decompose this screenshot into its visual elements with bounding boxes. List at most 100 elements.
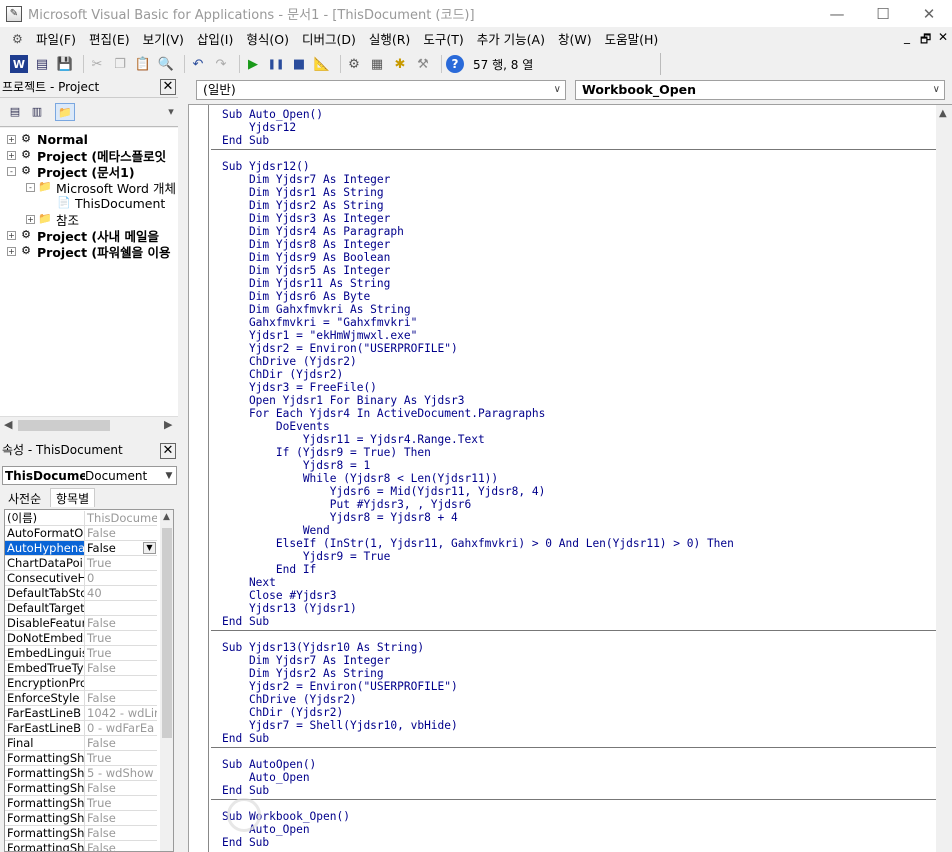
design-mode-icon[interactable]: 📐 bbox=[313, 55, 331, 73]
code-vertical-scrollbar[interactable]: ▲ bbox=[936, 105, 952, 852]
view-code-icon[interactable]: ▤ bbox=[5, 103, 25, 121]
menu-item[interactable]: 편집(E) bbox=[89, 29, 139, 48]
help-icon[interactable]: ? bbox=[446, 55, 464, 73]
scroll-right-icon[interactable]: ▶ bbox=[164, 418, 172, 431]
minimize-button[interactable]: — bbox=[814, 5, 860, 23]
code-margin[interactable] bbox=[189, 105, 209, 852]
collapse-icon[interactable]: - bbox=[26, 182, 35, 192]
toggle-folders-icon[interactable]: 📁 bbox=[55, 103, 75, 121]
property-value[interactable]: False bbox=[85, 691, 157, 705]
expand-icon[interactable]: + bbox=[26, 214, 35, 224]
copy-icon[interactable]: ❐ bbox=[111, 55, 129, 73]
property-row[interactable]: DoNotEmbedS True bbox=[5, 631, 157, 646]
properties-icon[interactable]: ▦ bbox=[368, 55, 386, 73]
project-horizontal-scrollbar[interactable]: ◀ ▶ bbox=[0, 416, 178, 433]
property-value[interactable]: True bbox=[85, 796, 157, 810]
scroll-thumb[interactable] bbox=[18, 420, 110, 431]
property-value[interactable]: False bbox=[85, 616, 157, 630]
break-icon[interactable]: ❚❚ bbox=[267, 55, 285, 73]
property-row[interactable]: Final False bbox=[5, 736, 157, 751]
property-value[interactable]: False bbox=[85, 841, 157, 851]
property-row[interactable]: EnforceStyle False bbox=[5, 691, 157, 706]
tab-alphabetic[interactable]: 사전순 bbox=[2, 488, 48, 507]
property-row[interactable]: FormattingSh False bbox=[5, 826, 157, 841]
toolbox-icon[interactable]: ⚒ bbox=[414, 55, 432, 73]
reset-icon[interactable]: ■ bbox=[290, 55, 308, 73]
view-object-icon[interactable]: ▥ bbox=[27, 103, 47, 121]
document-system-icon[interactable]: ⚙ bbox=[12, 31, 28, 47]
property-row[interactable]: ConsecutiveH 0 bbox=[5, 571, 157, 586]
menu-item[interactable]: 실행(R) bbox=[369, 29, 419, 48]
object-combo[interactable]: (일반) ∨ bbox=[196, 80, 566, 100]
property-row[interactable]: FarEastLineB 1042 - wdLin bbox=[5, 706, 157, 721]
property-row[interactable]: (이름) ThisDocume bbox=[5, 511, 157, 526]
paste-icon[interactable]: 📋 bbox=[134, 55, 152, 73]
property-value[interactable]: False bbox=[85, 826, 157, 840]
mdi-restore-button[interactable]: 🗗 bbox=[920, 30, 931, 51]
menu-item[interactable]: 도움말(H) bbox=[605, 29, 668, 48]
property-value[interactable]: True bbox=[85, 751, 157, 765]
tab-categorized[interactable]: 항목별 bbox=[50, 488, 96, 507]
property-value[interactable]: ThisDocume bbox=[85, 511, 157, 525]
mdi-minimize-button[interactable]: _ bbox=[904, 30, 910, 44]
project-pane-close-button[interactable]: ✕ bbox=[160, 79, 176, 95]
close-button[interactable]: ✕ bbox=[906, 5, 952, 23]
redo-icon[interactable]: ↷ bbox=[212, 55, 230, 73]
menu-item[interactable]: 파일(F) bbox=[36, 29, 85, 48]
tree-item[interactable]: + ⚙ Project (파워쉘을 이용 bbox=[7, 243, 170, 260]
maximize-button[interactable]: ☐ bbox=[860, 5, 906, 23]
property-value[interactable]: False bbox=[85, 526, 157, 540]
property-row[interactable]: AutoHyphena False ▼ bbox=[5, 541, 157, 556]
property-row[interactable]: DefaultTabSto 40 bbox=[5, 586, 157, 601]
menu-item[interactable]: 형식(O) bbox=[246, 29, 298, 48]
property-value[interactable]: 40 bbox=[85, 586, 157, 600]
menu-item[interactable]: 보기(V) bbox=[143, 29, 193, 48]
property-value[interactable]: 5 - wdShow bbox=[85, 766, 157, 780]
menu-item[interactable]: 추가 기능(A) bbox=[477, 29, 554, 48]
object-browser-icon[interactable]: ✱ bbox=[391, 55, 409, 73]
run-icon[interactable]: ▶ bbox=[244, 55, 262, 73]
property-row[interactable]: FormattingSh False bbox=[5, 811, 157, 826]
scroll-up-icon[interactable]: ▲ bbox=[163, 512, 170, 522]
property-value[interactable]: False bbox=[85, 736, 157, 750]
property-value[interactable]: 0 bbox=[85, 571, 157, 585]
menu-item[interactable]: 도구(T) bbox=[423, 29, 472, 48]
property-value[interactable] bbox=[85, 676, 157, 690]
menu-item[interactable]: 삽입(I) bbox=[197, 29, 242, 48]
find-icon[interactable]: 🔍 bbox=[157, 55, 175, 73]
toolbar-grip[interactable] bbox=[660, 53, 668, 75]
chevron-down-icon[interactable]: ∨ bbox=[554, 81, 561, 99]
collapse-icon[interactable]: - bbox=[7, 166, 16, 176]
scroll-up-icon[interactable]: ▲ bbox=[939, 108, 947, 119]
expand-icon[interactable]: + bbox=[7, 230, 16, 240]
save-icon[interactable]: 💾 bbox=[56, 55, 74, 73]
property-row[interactable]: FormattingSh False bbox=[5, 781, 157, 796]
property-value[interactable]: False bbox=[85, 661, 157, 675]
properties-object-combo[interactable]: ThisDocume Document ▼ bbox=[2, 466, 177, 485]
properties-pane-close-button[interactable]: ✕ bbox=[160, 443, 176, 459]
tree-item[interactable]: - 📁 Microsoft Word 개체 bbox=[26, 179, 176, 196]
property-value[interactable]: True bbox=[85, 556, 157, 570]
menu-item[interactable]: 창(W) bbox=[558, 29, 601, 48]
property-value[interactable]: True bbox=[85, 631, 157, 645]
pane-splitter[interactable] bbox=[180, 76, 186, 852]
property-value[interactable]: 0 - wdFarEa bbox=[85, 721, 157, 735]
menu-item[interactable]: 디버그(D) bbox=[302, 29, 365, 48]
property-row[interactable]: DefaultTarget bbox=[5, 601, 157, 616]
property-value[interactable]: True bbox=[85, 646, 157, 660]
property-value[interactable]: 1042 - wdLin bbox=[85, 706, 157, 720]
property-value[interactable] bbox=[85, 601, 157, 615]
property-row[interactable]: DisableFeatur False bbox=[5, 616, 157, 631]
procedure-combo[interactable]: Workbook_Open ∨ bbox=[575, 80, 945, 100]
scroll-thumb[interactable] bbox=[162, 528, 172, 738]
property-row[interactable]: EncryptionPro bbox=[5, 676, 157, 691]
expand-icon[interactable]: + bbox=[7, 150, 16, 160]
property-row[interactable]: FormattingSh True bbox=[5, 796, 157, 811]
undo-icon[interactable]: ↶ bbox=[189, 55, 207, 73]
mdi-close-button[interactable]: ✕ bbox=[938, 30, 948, 44]
property-value[interactable]: False ▼ bbox=[85, 541, 157, 555]
chevron-down-icon[interactable]: ▼ bbox=[143, 542, 156, 554]
chevron-down-icon[interactable]: ∨ bbox=[933, 81, 940, 99]
word-icon[interactable]: W bbox=[10, 55, 28, 73]
cut-icon[interactable]: ✂ bbox=[88, 55, 106, 73]
